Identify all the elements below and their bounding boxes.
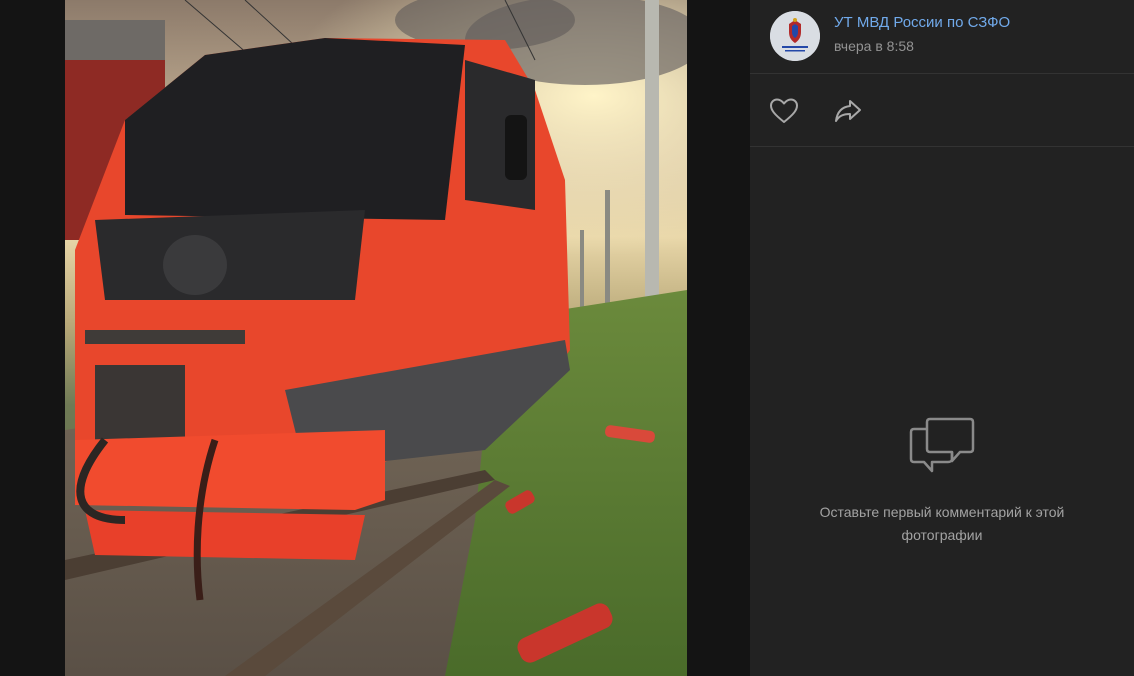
police-emblem-icon	[770, 11, 820, 61]
comments-empty-state: Оставьте первый комментарий к этой фотог…	[750, 415, 1134, 547]
author-avatar[interactable]	[770, 11, 820, 61]
share-arrow-icon	[835, 100, 861, 122]
photo-sidebar: УТ МВД России по СЗФО вчера в 8:58 Остав…	[750, 0, 1134, 676]
share-button[interactable]	[832, 95, 864, 127]
like-button[interactable]	[768, 95, 800, 127]
post-photo[interactable]	[65, 0, 687, 676]
speech-bubbles-icon	[909, 417, 975, 473]
post-author-header: УТ МВД России по СЗФО вчера в 8:58	[750, 0, 1134, 74]
heart-icon	[770, 98, 798, 123]
train-photo-illustration	[65, 0, 687, 676]
post-timestamp[interactable]: вчера в 8:58	[834, 38, 914, 54]
author-name-link[interactable]: УТ МВД России по СЗФО	[834, 14, 1010, 31]
empty-comments-text: Оставьте первый комментарий к этой фотог…	[819, 504, 1065, 543]
photo-viewer	[0, 0, 750, 676]
post-actions	[750, 73, 1134, 147]
